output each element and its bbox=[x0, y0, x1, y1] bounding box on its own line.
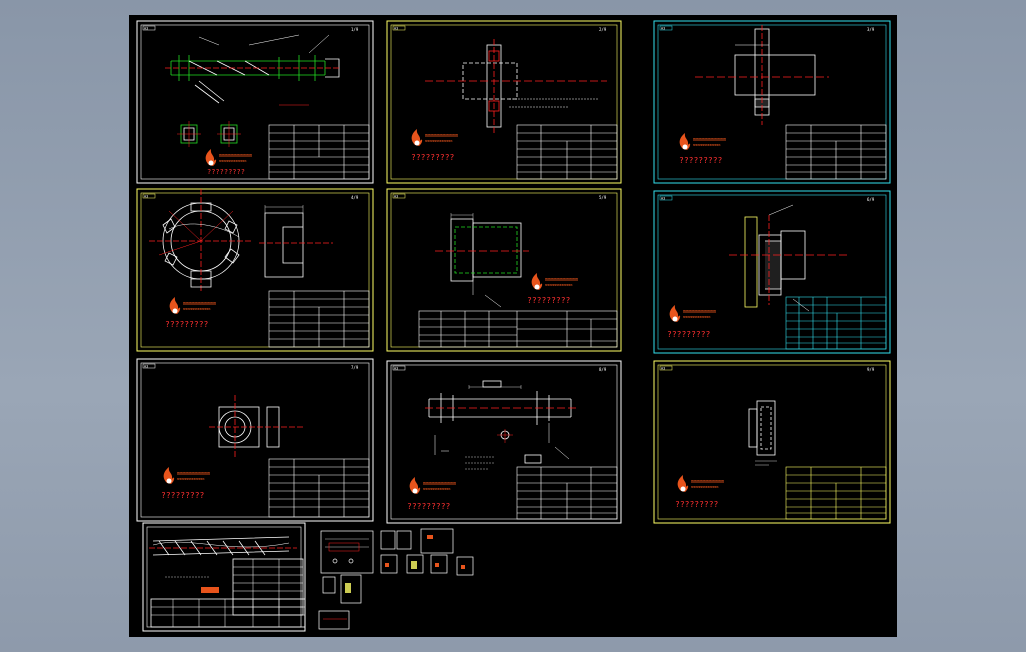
sheet-1-title-block bbox=[268, 124, 370, 180]
sheet-2-part-drawing bbox=[425, 39, 607, 135]
svg-text:?????????: ????????? bbox=[407, 502, 451, 511]
svg-text:?????????: ????????? bbox=[667, 330, 711, 339]
svg-text:mmmmmmmmmmmmm: mmmmmmmmmmmmm bbox=[545, 283, 572, 287]
sheet-4-gear-drawing bbox=[149, 189, 333, 291]
sheet-1-frame[interactable] bbox=[136, 20, 374, 184]
sheet-4-logo: mmmmmmmmmmm mmmmmmmmmmmmm ????????? bbox=[165, 297, 216, 329]
svg-text:3/9: 3/9 bbox=[867, 27, 875, 32]
svg-text:A3: A3 bbox=[394, 367, 398, 371]
svg-text:A3: A3 bbox=[661, 367, 665, 371]
svg-text:4/9: 4/9 bbox=[351, 195, 359, 200]
sheet-8-title-block bbox=[516, 466, 618, 520]
sheet-5-logo: mmmmmmmmmmm mmmmmmmmmmmmm ????????? bbox=[527, 273, 578, 305]
svg-text:6/9: 6/9 bbox=[867, 197, 875, 202]
cad-drawing-canvas[interactable]: mmmmmmmmmmm mmmmmmmmmmmmm ????????? mmmm… bbox=[129, 15, 897, 637]
svg-text:mmmmmmmmmmmmm: mmmmmmmmmmmmm bbox=[683, 315, 710, 319]
sheet-9-logo: mmmmmmmmmmm mmmmmmmmmmmmm ????????? bbox=[675, 475, 724, 509]
svg-text:?????????: ????????? bbox=[675, 500, 719, 509]
svg-text:mmmmmmmmmmmmm: mmmmmmmmmmmmm bbox=[423, 487, 450, 491]
svg-text:A3: A3 bbox=[394, 195, 398, 199]
svg-text:?????????: ????????? bbox=[527, 296, 571, 305]
svg-text:1/9: 1/9 bbox=[351, 27, 359, 32]
svg-text:?????????: ????????? bbox=[207, 168, 245, 176]
svg-text:A3: A3 bbox=[661, 197, 665, 201]
sheet-3-logo: mmmmmmmmmmm mmmmmmmmmmmmm ????????? bbox=[679, 133, 726, 165]
sheet-7-part-drawing bbox=[209, 395, 305, 459]
svg-text:mmmmmmmmmmmmm: mmmmmmmmmmmmm bbox=[693, 143, 720, 147]
model-space: mmmmmmmmmmm mmmmmmmmmmmmm ????????? mmmm… bbox=[136, 20, 891, 632]
svg-text:8/9: 8/9 bbox=[599, 367, 607, 372]
sheet-9-title-block bbox=[785, 466, 887, 520]
svg-text:A3: A3 bbox=[144, 27, 148, 31]
svg-text:mmmmmmmmmmmmm: mmmmmmmmmmmmm bbox=[177, 477, 204, 481]
svg-text:A3: A3 bbox=[394, 27, 398, 31]
svg-text:mmmmmmmmmmmmm: mmmmmmmmmmmmm bbox=[425, 139, 452, 143]
svg-text:5/9: 5/9 bbox=[599, 195, 607, 200]
sheet-5-part-drawing bbox=[435, 213, 529, 308]
sheet-7-title-block bbox=[268, 458, 370, 518]
svg-text:A3: A3 bbox=[661, 27, 665, 31]
thumbnail-blocks[interactable] bbox=[318, 528, 474, 630]
sheet-6-logo: mmmmmmmmmmm mmmmmmmmmmmmm ????????? bbox=[667, 305, 716, 339]
svg-text:mmmmmmmmmmmmm: mmmmmmmmmmmmm bbox=[691, 485, 718, 489]
sheet-3-part-drawing bbox=[695, 25, 829, 125]
svg-text:2/9: 2/9 bbox=[599, 27, 607, 32]
sheet-2-logo: mmmmmmmmmmm mmmmmmmmmmmmm ????????? bbox=[411, 129, 458, 162]
svg-text:?????????: ????????? bbox=[165, 320, 209, 329]
sheet-2-title-block bbox=[516, 124, 618, 180]
svg-text:?????????: ????????? bbox=[411, 153, 455, 162]
sheet-7-logo: mmmmmmmmmmm mmmmmmmmmmmmm ????????? bbox=[161, 467, 210, 500]
sheet-5-title-block bbox=[418, 310, 618, 348]
sheet-3-title-block bbox=[785, 124, 887, 180]
svg-text:A3: A3 bbox=[144, 195, 148, 199]
sheet-8-logo: mmmmmmmmmmm mmmmmmmmmmmmm ????????? bbox=[407, 477, 456, 511]
sheet-1-shaft-drawing bbox=[165, 34, 341, 147]
assembly-drawing bbox=[149, 536, 306, 628]
sheet-9-part-drawing bbox=[748, 400, 777, 466]
sheet-8-shaft-drawing bbox=[425, 380, 577, 470]
sheet-4-title-block bbox=[268, 290, 370, 348]
sheet-1-logo: mmmmmmmmmmm mmmmmmmmmmmmm ????????? bbox=[205, 149, 252, 176]
svg-text:mmmmmmmmmmmmm: mmmmmmmmmmmmm bbox=[219, 159, 246, 163]
svg-text:9/9: 9/9 bbox=[867, 367, 875, 372]
svg-text:?????????: ????????? bbox=[679, 156, 723, 165]
svg-text:?????????: ????????? bbox=[161, 491, 205, 500]
sheet-6-part-drawing bbox=[729, 204, 849, 312]
svg-text:A3: A3 bbox=[144, 365, 148, 369]
svg-text:mmmmmmmmmmmmm: mmmmmmmmmmmmm bbox=[183, 307, 210, 311]
svg-text:7/9: 7/9 bbox=[351, 365, 359, 370]
